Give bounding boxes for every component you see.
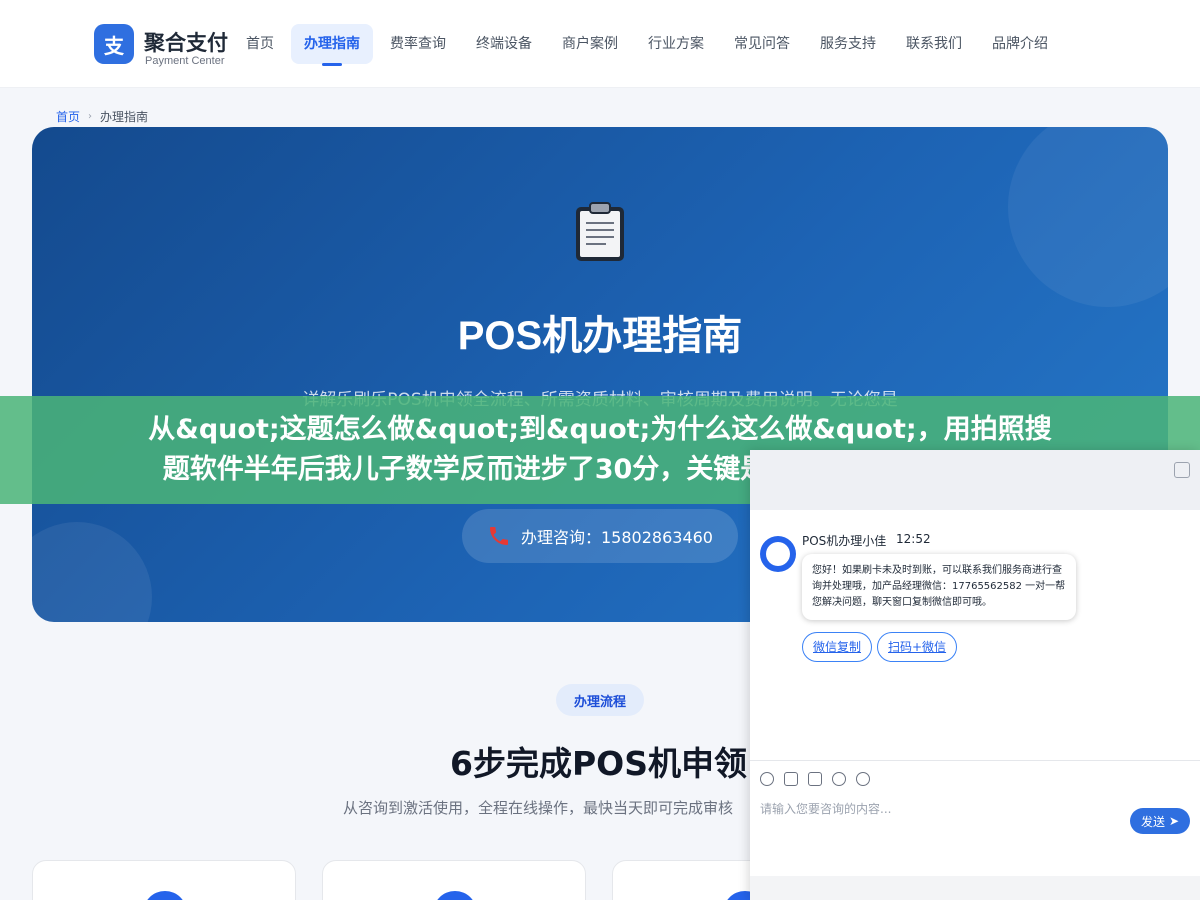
- nav-brand[interactable]: 品牌介绍: [979, 24, 1061, 64]
- step-number-badge: [143, 891, 187, 900]
- rating-icon[interactable]: [832, 771, 846, 786]
- agent-avatar: [760, 536, 796, 572]
- breadcrumb-home[interactable]: 首页: [56, 108, 80, 125]
- quick-reply-copy-wechat[interactable]: 微信复制: [802, 632, 873, 662]
- chat-header: [750, 450, 1200, 510]
- brand-logo[interactable]: 支: [94, 24, 134, 64]
- nav-support[interactable]: 服务支持: [807, 24, 889, 64]
- chevron-right-icon: ›: [88, 111, 93, 122]
- nav-rates[interactable]: 费率查询: [377, 24, 459, 64]
- emoji-icon[interactable]: [760, 771, 774, 786]
- step-number-badge: [433, 891, 477, 900]
- hero-title: POS机办理指南: [457, 314, 743, 358]
- section-title: 6步完成POS机申领: [450, 744, 747, 783]
- nav-faq[interactable]: 常见问答: [721, 24, 803, 64]
- wechat-icon[interactable]: [856, 771, 870, 786]
- minimize-icon[interactable]: [1174, 462, 1190, 478]
- step-card[interactable]: [32, 860, 296, 900]
- nav-contact[interactable]: 联系我们: [893, 24, 975, 64]
- section-subtitle: 从咨询到激活使用，全程在线操作，最快当天即可完成审核: [343, 799, 734, 817]
- brand-name[interactable]: 聚合支付: [144, 27, 228, 57]
- agent-message-bubble: 您好！如果刷卡未及时到账，可以联系我们服务商进行查询并处理哦，加产品经理微信：1…: [802, 554, 1076, 620]
- breadcrumb-current: 办理指南: [100, 110, 149, 124]
- send-button[interactable]: 发送 ➤: [1130, 808, 1190, 834]
- decorative-circle: [32, 522, 152, 622]
- site-header: 支 聚合支付 Payment Center 首页 办理指南 费率查询 终端设备 …: [0, 0, 1200, 88]
- send-arrow-icon: ➤: [1168, 814, 1180, 828]
- image-icon[interactable]: [784, 771, 798, 786]
- quick-reply-scan-wechat[interactable]: 扫码+微信: [877, 632, 958, 662]
- screenshot-icon[interactable]: [808, 771, 822, 786]
- clipboard-icon: [576, 202, 624, 261]
- chat-toolbar: [750, 760, 1200, 796]
- agent-name: POS机办理小佳: [802, 534, 887, 548]
- consult-phone-button[interactable]: 办理咨询：15802863460: [462, 509, 738, 563]
- chat-footer: [750, 876, 1200, 900]
- section-tag: 办理流程: [556, 684, 644, 716]
- chat-messages: POS机办理小佳 12:52 您好！如果刷卡未及时到账，可以联系我们服务商进行查…: [750, 510, 1200, 760]
- nav-home[interactable]: 首页: [233, 24, 287, 64]
- nav-devices[interactable]: 终端设备: [463, 24, 545, 64]
- main-nav: 首页 办理指南 费率查询 终端设备 商户案例 行业方案 常见问答 服务支持 联系…: [233, 24, 1065, 66]
- breadcrumb: 首页 › 办理指南: [56, 108, 148, 125]
- chat-widget: POS机办理小佳 12:52 您好！如果刷卡未及时到账，可以联系我们服务商进行查…: [750, 450, 1200, 900]
- chat-input[interactable]: 请输入您要咨询的内容...: [760, 800, 891, 817]
- phone-icon: [490, 527, 508, 545]
- nav-cases[interactable]: 商户案例: [549, 24, 631, 64]
- nav-solutions[interactable]: 行业方案: [635, 24, 717, 64]
- headline-line-1: 从&quot;这题怎么做&quot;到&quot;为什么这么做&quot;，用拍…: [148, 414, 1052, 445]
- step-card[interactable]: [322, 860, 586, 900]
- brand-subtitle: Payment Center: [145, 55, 225, 67]
- avatar-face-icon: [766, 542, 790, 566]
- message-time: 12:52: [896, 532, 931, 546]
- send-label: 发送: [1140, 814, 1165, 829]
- consult-phone-text: 办理咨询：15802863460: [521, 528, 713, 547]
- nav-guide[interactable]: 办理指南: [291, 24, 373, 66]
- decorative-circle: [1008, 127, 1168, 307]
